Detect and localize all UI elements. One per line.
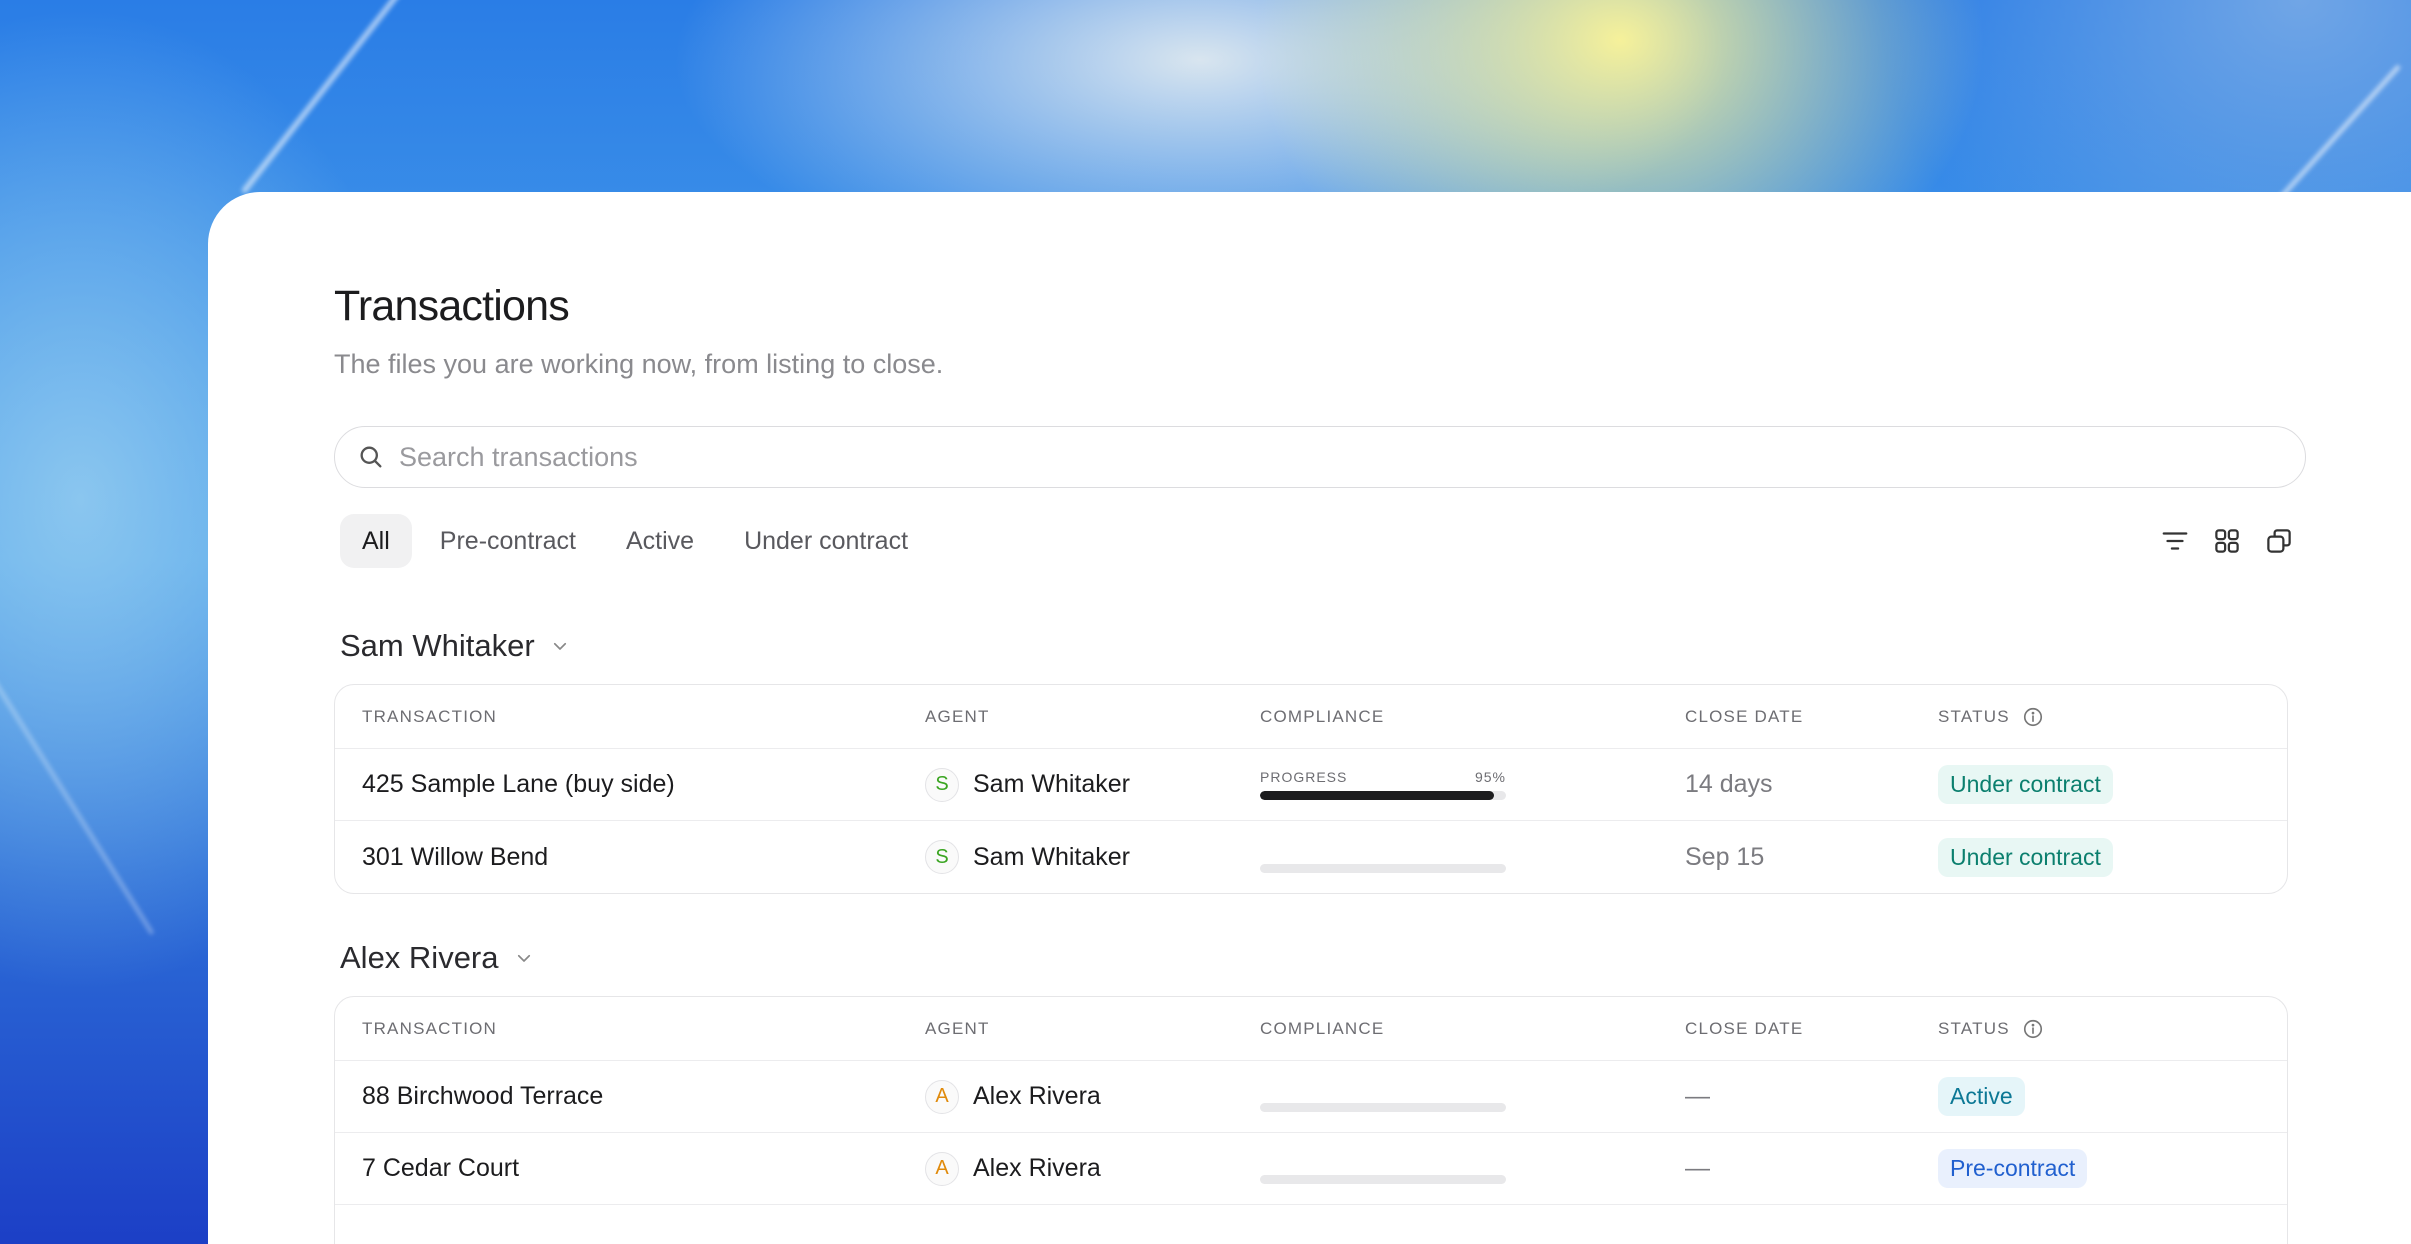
compliance-progress: [1260, 1103, 1506, 1112]
agent-cell: S Sam Whitaker: [925, 840, 1260, 874]
page-subtitle: The files you are working now, from list…: [334, 349, 944, 379]
info-icon[interactable]: [2022, 706, 2044, 728]
search-bar[interactable]: [334, 426, 2306, 488]
column-header-compliance[interactable]: COMPLIANCE: [1260, 707, 1685, 727]
group-header-sam-whitaker[interactable]: Sam Whitaker: [340, 628, 2306, 664]
page-title: Transactions: [334, 282, 570, 330]
chevron-down-icon: [553, 642, 566, 650]
status-badge: Under contract: [1938, 765, 2113, 804]
avatar: A: [925, 1079, 959, 1114]
table-row[interactable]: 301 Willow Bend S Sam Whitaker Sep 15 Un…: [335, 821, 2287, 893]
compliance-progress: PROGRESS 95%: [1260, 769, 1506, 800]
main-card: Transactions The files you are working n…: [208, 192, 2411, 1244]
status-badge: Under contract: [1938, 837, 2113, 877]
column-header-close-date[interactable]: CLOSE DATE: [1685, 707, 1938, 727]
tab-under-contract[interactable]: Under contract: [722, 514, 930, 568]
table-row[interactable]: 425 Sample Lane (buy side) S Sam Whitake…: [335, 749, 2287, 821]
column-header-transaction[interactable]: TRANSACTION: [335, 1019, 925, 1039]
progress-fill: [1260, 791, 1494, 800]
progress-labels: PROGRESS 95%: [1260, 769, 1506, 785]
table-header: TRANSACTION AGENT COMPLIANCE CLOSE DATE …: [335, 997, 2287, 1061]
agent-name: Alex Rivera: [973, 1082, 1101, 1110]
page-content: Transactions The files you are working n…: [334, 282, 2306, 1244]
column-header-transaction[interactable]: TRANSACTION: [335, 707, 925, 727]
status-cell: Pre-contract: [1938, 1149, 2278, 1188]
filter-button[interactable]: [2158, 524, 2192, 558]
filter-bar: All Pre-contract Active Under contract: [334, 514, 2306, 568]
agent-cell: S Sam Whitaker: [925, 767, 1260, 802]
light-streak: [0, 644, 155, 936]
column-header-close-date[interactable]: CLOSE DATE: [1685, 1019, 1938, 1039]
status-tabs: All Pre-contract Active Under contract: [340, 514, 936, 568]
compliance-cell: [1260, 1153, 1685, 1184]
table-header: TRANSACTION AGENT COMPLIANCE CLOSE DATE …: [335, 685, 2287, 749]
grid-view-icon: [2215, 529, 2239, 553]
table-row[interactable]: 7 Cedar Court A Alex Rivera — Pre-contra…: [335, 1133, 2287, 1205]
transaction-name: 7 Cedar Court: [362, 1154, 520, 1182]
column-header-status-label: STATUS: [1938, 706, 2010, 726]
column-header-status-label: STATUS: [1938, 1018, 2010, 1038]
agent-cell: A Alex Rivera: [925, 1079, 1260, 1114]
filter-lines-icon: [2162, 532, 2188, 550]
progress-bar: [1260, 791, 1506, 800]
compliance-cell: [1260, 1081, 1685, 1112]
chevron-down-icon: [517, 954, 530, 962]
avatar: S: [925, 767, 959, 802]
column-header-compliance[interactable]: COMPLIANCE: [1260, 1019, 1685, 1039]
status-badge: Active: [1938, 1077, 2025, 1116]
tab-active[interactable]: Active: [604, 514, 716, 568]
status-cell: Under contract: [1938, 765, 2278, 804]
tab-all[interactable]: All: [340, 514, 412, 568]
progress-label: PROGRESS: [1260, 769, 1348, 785]
avatar: S: [925, 840, 959, 874]
search-icon: [360, 446, 382, 468]
close-date: —: [1685, 1154, 1710, 1182]
light-streak: [240, 0, 406, 195]
group-name: Alex Rivera: [340, 940, 499, 975]
info-icon[interactable]: [2022, 1018, 2044, 1040]
close-date: Sep 15: [1685, 842, 1765, 871]
transactions-table: TRANSACTION AGENT COMPLIANCE CLOSE DATE …: [334, 684, 2288, 894]
progress-bar: [1260, 1175, 1506, 1184]
status-badge: Pre-contract: [1938, 1149, 2088, 1188]
transaction-name: 301 Willow Bend: [362, 842, 549, 871]
view-tools: [2158, 524, 2296, 558]
column-header-agent[interactable]: AGENT: [925, 1019, 1260, 1039]
compliance-progress: [1260, 863, 1506, 873]
compliance-cell: PROGRESS 95%: [1260, 769, 1685, 800]
table-row[interactable]: [335, 1205, 2287, 1244]
progress-bar: [1260, 863, 1506, 873]
transaction-name: 425 Sample Lane (buy side): [362, 770, 675, 798]
close-date: —: [1685, 1082, 1710, 1110]
compliance-progress: [1260, 1175, 1506, 1184]
group-name: Sam Whitaker: [340, 628, 535, 663]
avatar: A: [925, 1151, 959, 1186]
transaction-name: 88 Birchwood Terrace: [362, 1082, 604, 1110]
tab-pre-contract[interactable]: Pre-contract: [418, 514, 598, 568]
grid-view-button[interactable]: [2210, 524, 2244, 558]
duplicate-button[interactable]: [2262, 524, 2296, 558]
group-header-alex-rivera[interactable]: Alex Rivera: [340, 940, 2306, 976]
table-row[interactable]: 88 Birchwood Terrace A Alex Rivera — Act…: [335, 1061, 2287, 1133]
column-header-agent[interactable]: AGENT: [925, 707, 1260, 727]
agent-name: Sam Whitaker: [973, 842, 1130, 871]
agent-cell: A Alex Rivera: [925, 1151, 1260, 1186]
progress-percent: 95%: [1474, 769, 1506, 785]
transactions-table: TRANSACTION AGENT COMPLIANCE CLOSE DATE …: [334, 996, 2288, 1244]
close-date: 14 days: [1685, 770, 1773, 798]
agent-name: Sam Whitaker: [973, 770, 1130, 798]
status-cell: Active: [1938, 1077, 2278, 1116]
search-input[interactable]: [399, 441, 2199, 473]
status-cell: Under contract: [1938, 837, 2278, 877]
agent-name: Alex Rivera: [973, 1154, 1101, 1182]
progress-bar: [1260, 1103, 1506, 1112]
duplicate-icon: [2267, 529, 2291, 553]
column-header-status[interactable]: STATUS: [1938, 706, 2278, 728]
compliance-cell: [1260, 842, 1685, 873]
column-header-status[interactable]: STATUS: [1938, 1018, 2278, 1040]
